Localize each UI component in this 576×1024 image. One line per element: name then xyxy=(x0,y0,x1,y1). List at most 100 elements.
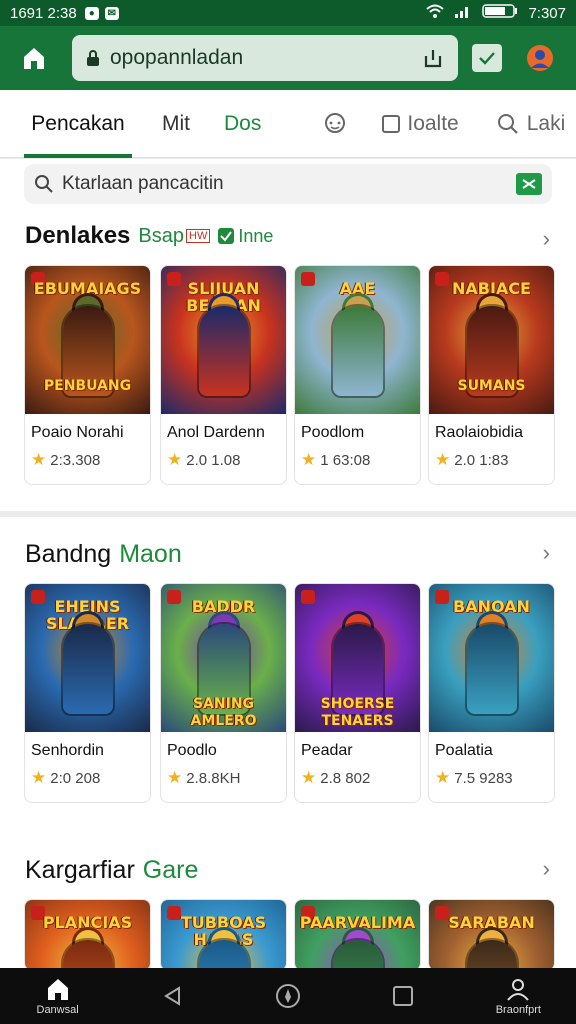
character-figure xyxy=(63,624,113,714)
check-icon xyxy=(479,52,495,65)
game-card[interactable]: BANOAN Poalatia ★ 7.5 9283 xyxy=(428,583,555,803)
nav-label: Danwsal xyxy=(36,1004,79,1016)
game-cover-image[interactable]: NABIACE SUMANS xyxy=(429,266,554,414)
game-rating: ★ 7.5 9283 xyxy=(429,760,554,788)
game-card[interactable]: NABIACE SUMANS Raolaiobidia ★ 2.0 1:83 xyxy=(428,265,555,485)
section-title-accent: Gare xyxy=(142,856,199,884)
tab-label: Pencakan xyxy=(31,111,125,135)
battery-icon xyxy=(482,4,518,22)
url-bar[interactable]: opopannladan xyxy=(72,35,458,81)
tab-label: Mit xyxy=(162,111,190,135)
game-name: Anol Dardenn xyxy=(167,424,265,441)
nav-profile[interactable]: Braonfprt xyxy=(473,976,563,1016)
cover-subtitle: SANING AMLERO xyxy=(190,696,257,729)
game-rating: ★ 2:3.308 xyxy=(25,442,150,470)
section-2-more-chevron-icon[interactable]: › xyxy=(543,540,550,566)
avatar-icon xyxy=(527,45,553,71)
cover-subtitle: PENBUANG xyxy=(43,378,132,394)
game-cover-image[interactable]: SHOERSE TENAERS xyxy=(295,584,420,732)
cover-title: PAARVALIMA xyxy=(299,913,416,932)
game-cover-image[interactable]: SLIJUAN BEOBAN xyxy=(161,266,286,414)
rating-value: 2.0 1.08 xyxy=(186,451,241,469)
cover-title: NABIACE xyxy=(452,279,531,298)
tab-pencakan[interactable]: Pencakan xyxy=(24,90,132,158)
cover-title: AAE xyxy=(339,279,376,298)
status-time-right: 7:307 xyxy=(528,4,566,22)
character-figure xyxy=(467,624,517,714)
tab-label: Ioalte xyxy=(407,111,459,135)
game-card[interactable]: SLIJUAN BEOBAN Anol Dardenn★2.0 1.08 xyxy=(160,265,287,485)
star-icon: ★ xyxy=(435,450,451,469)
game-rating: ★ 2.8.8KH xyxy=(161,760,286,788)
section-title: Kargarfiar xyxy=(25,856,135,884)
tab-ioalte[interactable]: Ioalte xyxy=(377,90,462,158)
cover-title: EBUMAIAGS xyxy=(33,279,142,298)
game-card[interactable]: SARABAN xyxy=(428,899,555,971)
search-icon xyxy=(35,175,53,193)
game-card[interactable]: AAE Poodlom ★ 1 63:08 xyxy=(294,265,421,485)
game-cover-image[interactable]: AAE xyxy=(295,266,420,414)
character-figure xyxy=(63,940,113,970)
game-card[interactable]: PAARVALIMA xyxy=(294,899,421,971)
search-input[interactable]: Ktarlaan pancacitin xyxy=(62,173,224,195)
game-cover-image[interactable]: SARABAN xyxy=(429,900,554,970)
game-card[interactable]: SHOERSE TENAERS Peadar ★ 2.8 802 xyxy=(294,583,421,803)
rating-value: 2.0 1:83 xyxy=(454,451,509,469)
game-name: Peadar xyxy=(301,742,353,759)
character-figure xyxy=(199,306,249,396)
notification-icon: ● xyxy=(84,6,99,20)
game-cover-image[interactable]: EHEINS SLANAER xyxy=(25,584,150,732)
rating-value: 2:3.308 xyxy=(50,451,101,469)
game-card[interactable]: EBUMAIAGS PENBUANG Poaio Norahi ★ 2:3.308 xyxy=(24,265,151,485)
game-name: Senhordin xyxy=(31,742,104,759)
signal-icon xyxy=(454,4,472,22)
game-cover-image[interactable]: EBUMAIAGS PENBUANG xyxy=(25,266,150,414)
profile-avatar-button[interactable] xyxy=(520,38,560,78)
character-figure xyxy=(333,306,383,396)
nav-back[interactable] xyxy=(128,984,218,1008)
game-rating: ★ 2:0 208 xyxy=(25,760,150,788)
checkbox-icon xyxy=(382,114,401,133)
character-figure xyxy=(467,940,517,970)
section-3-more-chevron-icon[interactable]: › xyxy=(543,856,550,882)
filter-button[interactable] xyxy=(516,173,542,195)
game-card[interactable]: EHEINS SLANAER Senhordin★2:0 208 xyxy=(24,583,151,803)
tab-laki[interactable]: Laki xyxy=(493,90,570,158)
tabs-button[interactable] xyxy=(472,44,502,72)
cover-title: PLANCIAS xyxy=(42,913,133,932)
game-cover-image[interactable]: PAARVALIMA xyxy=(295,900,420,970)
game-card[interactable]: PLANCIAS xyxy=(24,899,151,971)
game-card[interactable]: TUBBOAS HAVAS xyxy=(160,899,287,971)
game-cover-image[interactable]: BADDR SANING AMLERO xyxy=(161,584,286,732)
game-cover-image[interactable]: BANOAN xyxy=(429,584,554,732)
game-rating: ★ 1 63:08 xyxy=(295,442,420,470)
share-icon[interactable] xyxy=(422,47,444,69)
section-title-accent: Maon xyxy=(119,540,182,568)
game-cover-image[interactable]: PLANCIAS xyxy=(25,900,150,970)
section-tag-badge: HW xyxy=(186,229,211,243)
game-card[interactable]: BADDR SANING AMLERO Poodlo ★ 2.8.8KH xyxy=(160,583,287,803)
section-1-more-chevron-icon[interactable]: › xyxy=(543,226,550,252)
app-bar: opopannladan xyxy=(0,26,576,90)
category-tabs: Pencakan Mit Dos Ioalte Laki xyxy=(0,90,576,158)
tab-chat[interactable] xyxy=(319,90,351,158)
tab-dos[interactable]: Dos xyxy=(220,90,265,158)
nav-recents[interactable] xyxy=(358,984,448,1008)
search-bar[interactable]: Ktarlaan pancacitin xyxy=(24,164,552,204)
cover-title: SARABAN xyxy=(448,913,535,932)
star-icon: ★ xyxy=(167,450,183,469)
nav-home[interactable]: Danwsal xyxy=(13,976,103,1016)
game-name: Poalatia xyxy=(435,742,493,759)
star-icon: ★ xyxy=(301,450,317,469)
game-name: Poodlom xyxy=(301,424,365,441)
section-3-header: Kargarfiar Gare xyxy=(25,856,198,885)
message-icon: ✉ xyxy=(104,6,119,20)
tab-mit[interactable]: Mit xyxy=(158,90,194,158)
square-icon xyxy=(393,986,414,1006)
lock-icon xyxy=(87,50,99,66)
game-rating: ★ 2.0 1.08 xyxy=(161,442,286,470)
home-button[interactable] xyxy=(14,38,54,78)
nav-explore[interactable] xyxy=(243,983,333,1009)
verified-icon xyxy=(218,228,235,244)
game-cover-image[interactable]: TUBBOAS HAVAS xyxy=(161,900,286,970)
